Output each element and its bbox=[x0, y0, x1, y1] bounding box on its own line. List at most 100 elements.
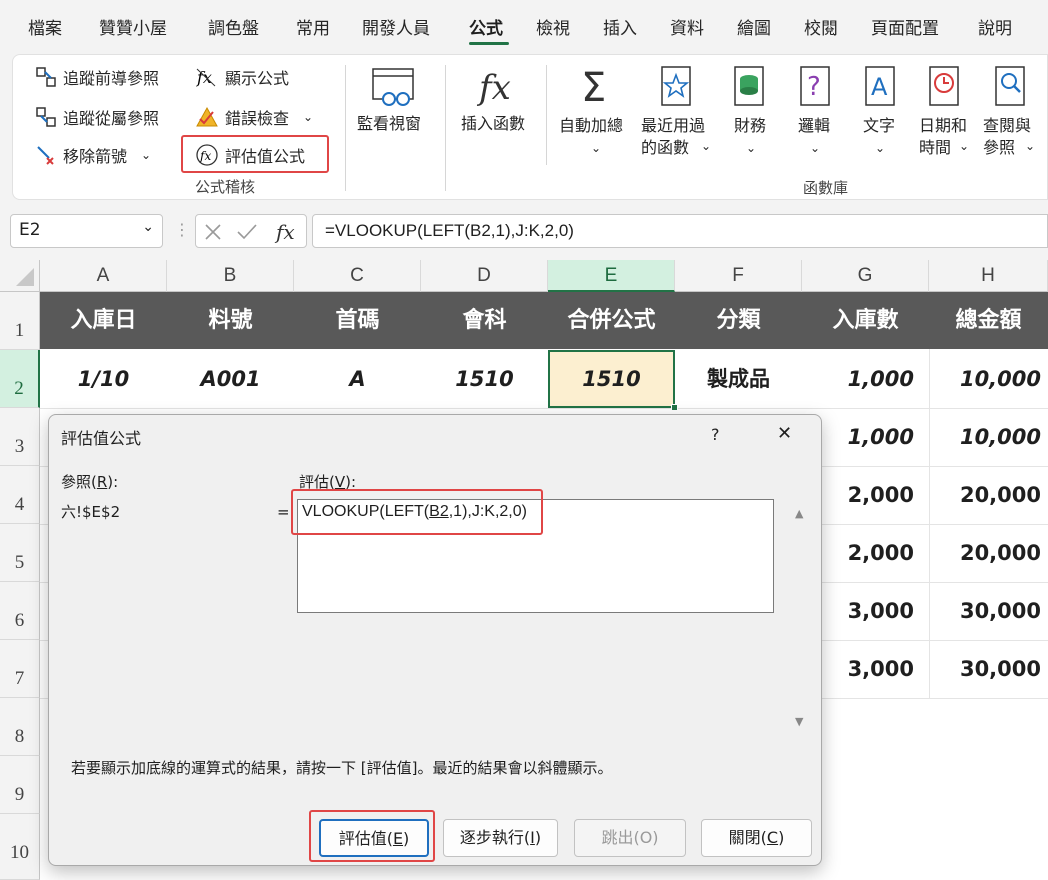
star-book-icon bbox=[661, 66, 691, 106]
tab-palette[interactable]: 調色盤 bbox=[208, 14, 259, 39]
tab-view[interactable]: 檢視 bbox=[536, 14, 570, 39]
insert-function-icon: fx bbox=[476, 68, 511, 108]
chevron-down-icon: ⌄ bbox=[303, 110, 314, 124]
row-header-5[interactable]: 5 bbox=[0, 524, 40, 582]
tab-review[interactable]: 校閱 bbox=[804, 14, 838, 39]
cell-f2[interactable]: 製成品 bbox=[675, 350, 802, 408]
close-button[interactable]: 關閉(C) bbox=[701, 819, 812, 857]
cell-e2-selected[interactable]: 1510 bbox=[548, 350, 675, 408]
watch-window-label: 監看視窗 bbox=[357, 114, 422, 133]
column-header-g[interactable]: G bbox=[802, 260, 929, 292]
row-header-3[interactable]: 3 bbox=[0, 408, 40, 466]
header-cell-d1[interactable]: 會科 bbox=[421, 292, 548, 349]
header-cell-b1[interactable]: 料號 bbox=[167, 292, 294, 349]
formula-input[interactable]: =VLOOKUP(LEFT(B2,1),J:K,2,0) bbox=[312, 214, 1048, 248]
name-box[interactable]: E2 ⌄ bbox=[10, 214, 163, 248]
svg-text:fx: fx bbox=[476, 68, 511, 108]
trace-precedents-button[interactable]: 追蹤前導參照 bbox=[35, 65, 159, 89]
chevron-down-icon: ⌄ bbox=[875, 141, 886, 155]
tab-zanzan[interactable]: 贊贊小屋 bbox=[99, 14, 167, 39]
fx-icon[interactable]: fx bbox=[274, 219, 302, 245]
error-checking-label: 錯誤檢查 bbox=[225, 109, 290, 128]
tab-developer[interactable]: 開發人員 bbox=[362, 14, 430, 39]
column-header-a[interactable]: A bbox=[40, 260, 167, 292]
formula-text: =VLOOKUP(LEFT(B2,1),J:K,2,0) bbox=[325, 221, 574, 240]
chevron-down-icon: ⌄ bbox=[141, 148, 152, 162]
tab-draw[interactable]: 繪圖 bbox=[737, 14, 771, 39]
column-header-e[interactable]: E bbox=[548, 260, 675, 292]
group-label-audit: 公式稽核 bbox=[195, 178, 256, 196]
error-checking-button[interactable]: 錯誤檢查 ⌄ bbox=[195, 105, 313, 129]
chevron-down-icon: ⌄ bbox=[701, 139, 712, 153]
recent-functions-label-1: 最近用過 bbox=[641, 116, 706, 135]
chevron-down-icon: ⌄ bbox=[591, 141, 602, 155]
column-header-b[interactable]: B bbox=[167, 260, 294, 292]
header-cell-f1[interactable]: 分類 bbox=[675, 292, 802, 349]
cell-h7[interactable]: 30,000 bbox=[929, 640, 1041, 698]
header-cell-e1[interactable]: 合併公式 bbox=[548, 292, 675, 349]
step-out-button[interactable]: 跳出(O) bbox=[574, 819, 686, 857]
header-cell-g1[interactable]: 入庫數 bbox=[802, 292, 929, 349]
excel-window: 檔案 贊贊小屋 調色盤 常用 開發人員 公式 檢視 插入 資料 繪圖 校閱 頁面… bbox=[0, 0, 1048, 880]
row-header-10[interactable]: 10 bbox=[0, 814, 40, 880]
tab-data[interactable]: 資料 bbox=[670, 14, 704, 39]
cancel-icon[interactable] bbox=[204, 223, 222, 241]
row-header-6[interactable]: 6 bbox=[0, 582, 40, 640]
step-in-button[interactable]: 逐步執行(I) bbox=[443, 819, 558, 857]
tab-file[interactable]: 檔案 bbox=[28, 14, 62, 39]
cell-b2[interactable]: A001 bbox=[167, 350, 294, 408]
trace-precedents-icon bbox=[36, 67, 56, 87]
remove-arrows-button[interactable]: 移除箭號 ⌄ bbox=[35, 143, 151, 167]
chevron-down-icon: ⌄ bbox=[959, 139, 970, 153]
cell-h5[interactable]: 20,000 bbox=[929, 524, 1041, 582]
header-cell-h1[interactable]: 總金額 bbox=[929, 292, 1048, 349]
cell-h6[interactable]: 30,000 bbox=[929, 582, 1041, 640]
svg-text:A: A bbox=[871, 73, 888, 101]
header-cell-a1[interactable]: 入庫日 bbox=[40, 292, 167, 349]
cell-a2[interactable]: 1/10 bbox=[40, 350, 167, 408]
tab-page-layout[interactable]: 頁面配置 bbox=[871, 14, 939, 39]
group-separator bbox=[445, 65, 446, 191]
trace-dependents-button[interactable]: 追蹤從屬參照 bbox=[35, 105, 159, 129]
svg-text:fx: fx bbox=[274, 220, 295, 244]
logical-label: 邏輯 bbox=[798, 116, 831, 135]
scroll-down-icon[interactable]: ▼ bbox=[795, 715, 803, 728]
cell-d2[interactable]: 1510 bbox=[421, 350, 548, 408]
cell-g2[interactable]: 1,000 bbox=[802, 350, 914, 408]
column-header-c[interactable]: C bbox=[294, 260, 421, 292]
tab-home[interactable]: 常用 bbox=[296, 14, 330, 39]
column-header-d[interactable]: D bbox=[421, 260, 548, 292]
header-cell-c1[interactable]: 首碼 bbox=[294, 292, 421, 349]
confirm-check-icon[interactable] bbox=[236, 223, 258, 241]
chevron-down-icon[interactable]: ⌄ bbox=[142, 219, 154, 235]
cell-h2[interactable]: 10,000 bbox=[929, 350, 1041, 408]
cell-c2[interactable]: A bbox=[294, 350, 421, 408]
row-header-7[interactable]: 7 bbox=[0, 640, 40, 698]
row-header-9[interactable]: 9 bbox=[0, 756, 40, 814]
logical-icon: ? bbox=[800, 66, 830, 106]
help-button[interactable]: ? bbox=[711, 425, 720, 444]
remove-arrows-icon bbox=[37, 146, 54, 165]
svg-text:Σ: Σ bbox=[581, 65, 606, 109]
select-all-corner[interactable] bbox=[0, 260, 40, 292]
autosum-label: 自動加總 bbox=[559, 116, 624, 135]
column-header-f[interactable]: F bbox=[675, 260, 802, 292]
row-header-8[interactable]: 8 bbox=[0, 698, 40, 756]
close-icon[interactable]: ✕ bbox=[777, 423, 792, 444]
row-header-1[interactable]: 1 bbox=[0, 292, 40, 350]
group-separator bbox=[546, 65, 547, 165]
tab-formulas[interactable]: 公式 bbox=[469, 14, 503, 39]
row-header-2[interactable]: 2 bbox=[0, 350, 40, 408]
scroll-up-icon[interactable]: ▲ bbox=[795, 507, 803, 520]
row-header-4[interactable]: 4 bbox=[0, 466, 40, 524]
hint-text: 若要顯示加底線的運算式的結果，請按一下 [評估值]。最近的結果會以斜體顯示。 bbox=[71, 759, 613, 777]
active-tab-indicator bbox=[469, 42, 509, 45]
column-header-h[interactable]: H bbox=[929, 260, 1048, 292]
show-formulas-button[interactable]: fx 顯示公式 bbox=[195, 65, 289, 89]
tab-help[interactable]: 說明 bbox=[978, 14, 1012, 39]
tab-insert[interactable]: 插入 bbox=[603, 14, 637, 39]
cell-h3[interactable]: 10,000 bbox=[929, 408, 1041, 466]
sigma-icon: Σ bbox=[581, 65, 606, 109]
financial-label: 財務 bbox=[734, 116, 767, 135]
cell-h4[interactable]: 20,000 bbox=[929, 466, 1041, 524]
